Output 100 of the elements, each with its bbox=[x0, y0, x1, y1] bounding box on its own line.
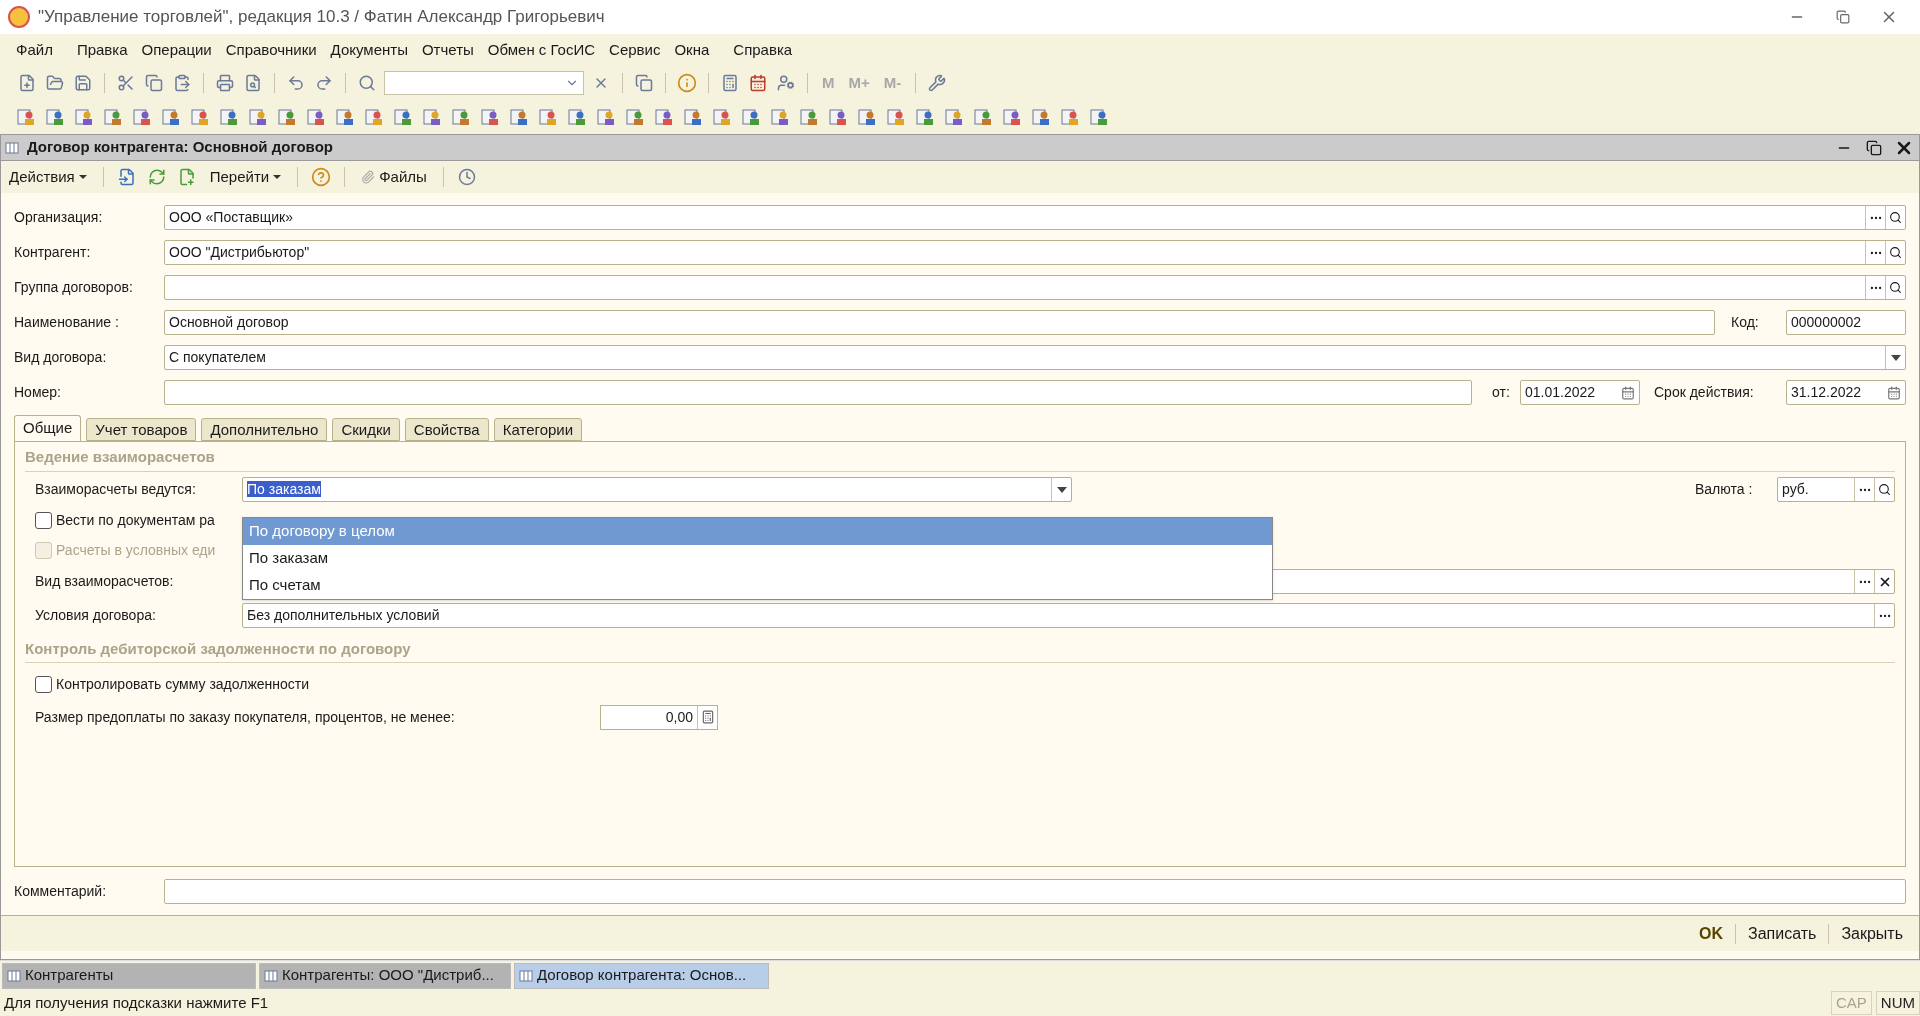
field-label: Код: bbox=[1731, 313, 1760, 332]
document-icon[interactable] bbox=[219, 107, 239, 127]
copy-icon[interactable] bbox=[633, 72, 655, 94]
input-field[interactable]: ООО «Поставщик» bbox=[164, 205, 1906, 230]
form-button[interactable]: Закрыть bbox=[1833, 921, 1911, 946]
document-icon[interactable] bbox=[422, 107, 442, 127]
document-icon[interactable] bbox=[161, 107, 181, 127]
document-icon[interactable] bbox=[915, 107, 935, 127]
menu-item[interactable]: Окна bbox=[674, 38, 710, 62]
checkbox[interactable] bbox=[35, 675, 52, 693]
input-field[interactable] bbox=[164, 275, 1906, 300]
document-icon[interactable] bbox=[132, 107, 152, 127]
search-icon bbox=[1889, 211, 1902, 224]
files-button[interactable]: Файлы bbox=[357, 165, 431, 189]
dropdown-option[interactable]: По счетам bbox=[243, 572, 1272, 599]
menu-item[interactable]: Файл bbox=[16, 38, 53, 62]
document-icon[interactable] bbox=[45, 107, 65, 127]
document-icon[interactable] bbox=[248, 107, 268, 127]
document-icon[interactable] bbox=[364, 107, 384, 127]
tab[interactable]: Дополнительно bbox=[201, 418, 328, 441]
document-icon[interactable] bbox=[335, 107, 355, 127]
search-field[interactable] bbox=[384, 71, 584, 95]
document-icon[interactable] bbox=[770, 107, 790, 127]
document-icon[interactable] bbox=[857, 107, 877, 127]
document-icon[interactable] bbox=[1060, 107, 1080, 127]
document-icon[interactable] bbox=[1002, 107, 1022, 127]
window-tab[interactable]: Контрагенты bbox=[2, 962, 256, 989]
tab[interactable]: Категории bbox=[493, 418, 583, 441]
document-icon[interactable] bbox=[509, 107, 529, 127]
calculator-icon[interactable] bbox=[700, 710, 715, 724]
form-button[interactable]: OK bbox=[1691, 921, 1731, 946]
input-field[interactable] bbox=[164, 380, 1472, 405]
input-field[interactable]: 000000002 bbox=[1786, 310, 1906, 335]
input-field[interactable]: ООО "Дистрибьютор" bbox=[164, 240, 1906, 265]
document-icon[interactable] bbox=[103, 107, 123, 127]
input-field[interactable] bbox=[164, 878, 1906, 904]
section-header: Контроль дебиторской задолженности по договору bbox=[25, 637, 1895, 663]
menu-item[interactable]: Правка bbox=[76, 38, 128, 62]
dropdown-option[interactable]: По заказам bbox=[243, 545, 1272, 572]
input-field[interactable]: Основной договор bbox=[164, 310, 1715, 335]
menu-item[interactable]: Отчеты bbox=[421, 38, 474, 62]
menu-item[interactable]: Обмен с ГосИС bbox=[487, 38, 596, 62]
help-icon[interactable] bbox=[310, 166, 333, 188]
field-label: Срок действия: bbox=[1654, 383, 1755, 402]
date-field[interactable]: 31.12.2022 bbox=[1786, 380, 1906, 405]
info-icon[interactable] bbox=[676, 72, 698, 94]
menu-item[interactable]: Сервис bbox=[609, 38, 661, 62]
document-icon[interactable] bbox=[712, 107, 732, 127]
dropdown-field[interactable]: С покупателем bbox=[164, 345, 1906, 370]
document-icon[interactable] bbox=[654, 107, 674, 127]
document-icon[interactable] bbox=[306, 107, 326, 127]
document-icon[interactable] bbox=[625, 107, 645, 127]
tab[interactable]: Скидки bbox=[332, 418, 400, 441]
form-icon bbox=[264, 968, 278, 983]
field-label: Взаиморасчеты ведутся: bbox=[35, 480, 197, 499]
calendar-icon[interactable] bbox=[747, 72, 769, 94]
menu-item[interactable]: Справочники bbox=[225, 38, 317, 62]
document-icon[interactable] bbox=[451, 107, 471, 127]
document-icon[interactable] bbox=[1089, 107, 1109, 127]
document-icon[interactable] bbox=[828, 107, 848, 127]
document-icon[interactable] bbox=[74, 107, 94, 127]
tab[interactable]: Свойства bbox=[404, 418, 489, 441]
tab[interactable]: Общие bbox=[14, 415, 82, 441]
document-icon[interactable] bbox=[799, 107, 819, 127]
document-icon[interactable] bbox=[567, 107, 587, 127]
document-icon[interactable] bbox=[596, 107, 616, 127]
document-icon[interactable] bbox=[190, 107, 210, 127]
document-icon[interactable] bbox=[973, 107, 993, 127]
document-icon[interactable] bbox=[944, 107, 964, 127]
document-icon[interactable] bbox=[480, 107, 500, 127]
checkbox[interactable] bbox=[35, 512, 52, 529]
date-field[interactable]: 01.01.2022 bbox=[1520, 380, 1640, 405]
menu-button[interactable]: Перейти bbox=[205, 165, 286, 189]
document-icon[interactable] bbox=[277, 107, 297, 127]
input-field[interactable]: руб. bbox=[1777, 477, 1895, 502]
form-title: Договор контрагента: Основной договор bbox=[27, 137, 334, 158]
field-label: Наименование : bbox=[14, 313, 120, 332]
menu-item[interactable]: Документы bbox=[330, 38, 408, 62]
number-field[interactable]: 0,00 bbox=[600, 704, 718, 730]
document-icon[interactable] bbox=[538, 107, 558, 127]
menu-button[interactable]: Действия bbox=[5, 165, 91, 189]
menu-item[interactable]: Операции bbox=[141, 38, 212, 62]
field-label: Вид договора: bbox=[14, 348, 108, 367]
paperclip-icon bbox=[361, 170, 376, 184]
window-tab[interactable]: Контрагенты: ООО "Дистриб... bbox=[259, 962, 511, 989]
dropdown-field[interactable]: По заказам bbox=[242, 477, 1072, 502]
document-icon[interactable] bbox=[1031, 107, 1051, 127]
form-button[interactable]: Записать bbox=[1740, 921, 1825, 946]
input-field[interactable]: Без дополнительных условий bbox=[242, 603, 1895, 628]
copy-icon[interactable] bbox=[143, 72, 165, 94]
print-icon[interactable] bbox=[214, 72, 236, 94]
window-tab[interactable]: Договор контрагента: Основ... bbox=[514, 962, 769, 989]
checkbox-label: Вести по документам ра bbox=[56, 511, 215, 530]
document-icon[interactable] bbox=[886, 107, 906, 127]
tab[interactable]: Учет товаров bbox=[86, 418, 197, 441]
document-icon[interactable] bbox=[393, 107, 413, 127]
document-icon[interactable] bbox=[683, 107, 703, 127]
document-icon[interactable] bbox=[16, 107, 36, 127]
document-icon[interactable] bbox=[741, 107, 761, 127]
menu-item[interactable]: Справка bbox=[733, 38, 793, 62]
